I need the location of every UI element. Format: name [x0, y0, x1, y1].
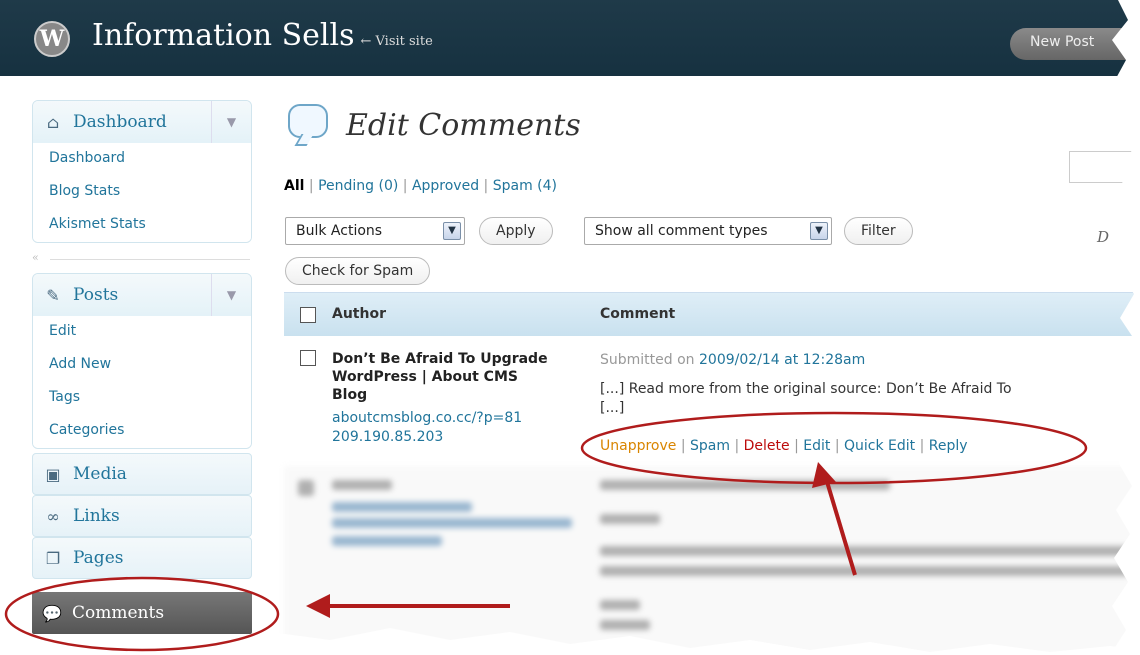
menu-group-posts: ✎ Posts ▼ Edit Add New Tags Categories — [32, 273, 252, 449]
comments-page-icon — [288, 104, 328, 138]
speech-bubble-icon: 💬 — [42, 603, 62, 623]
menu-comments-label: Comments — [72, 603, 165, 623]
row-checkbox[interactable] — [300, 350, 316, 366]
comment-excerpt: [...] Read more from the original source… — [600, 380, 1012, 418]
delete-link[interactable]: Delete — [744, 438, 790, 454]
menu-posts-label: Posts — [73, 285, 119, 305]
menu-group-dashboard: ⌂ Dashboard ▼ Dashboard Blog Stats Akism… — [32, 100, 252, 243]
author-url-link[interactable]: aboutcmsblog.co.cc/?p=81 — [332, 409, 522, 428]
blurred-text — [332, 536, 442, 546]
page-title: Edit Comments — [346, 108, 581, 143]
blurred-text — [332, 480, 392, 490]
filter-approved[interactable]: Approved — [412, 178, 479, 194]
check-for-spam-button[interactable]: Check for Spam — [285, 257, 431, 285]
comments-table-header: Author Comment — [284, 292, 1140, 336]
comment-excerpt-line: [...] — [600, 400, 625, 416]
admin-sidebar: ⌂ Dashboard ▼ Dashboard Blog Stats Akism… — [32, 100, 252, 579]
link-icon: ∞ — [46, 506, 60, 526]
column-header-comment[interactable]: Comment — [600, 306, 675, 322]
submitted-date-link[interactable]: 2009/02/14 at 12:28am — [699, 352, 865, 368]
site-title-text[interactable]: Information Sells — [92, 18, 354, 53]
menu-links-label: Links — [73, 506, 120, 526]
submenu-posts: Edit Add New Tags Categories — [33, 316, 251, 448]
blurred-text — [600, 566, 1130, 576]
house-icon: ⌂ — [46, 112, 60, 132]
filter-all[interactable]: All — [284, 178, 304, 194]
comment-types-select[interactable]: Show all comment types ▼ — [584, 217, 832, 245]
menu-dashboard[interactable]: ⌂ Dashboard ▼ — [33, 101, 251, 143]
separator: | — [483, 178, 493, 194]
submitted-prefix: Submitted on — [600, 352, 695, 368]
comment-excerpt-line: [...] Read more from the original source… — [600, 381, 1012, 397]
dropdown-arrow-icon[interactable]: ▼ — [443, 222, 461, 240]
wordpress-logo-icon[interactable]: W — [34, 21, 70, 57]
menu-pages-label: Pages — [73, 548, 124, 568]
bulk-actions-value: Bulk Actions — [296, 223, 383, 239]
chevron-down-icon[interactable]: ▼ — [211, 101, 251, 143]
blurred-comment-row — [284, 466, 1140, 655]
submenu-item-blog-stats[interactable]: Blog Stats — [33, 176, 251, 209]
blurred-text — [600, 480, 890, 490]
submenu-item-tags[interactable]: Tags — [33, 382, 251, 415]
filter-pending[interactable]: Pending (0) — [318, 178, 398, 194]
pushpin-icon: ✎ — [46, 285, 60, 305]
blurred-text — [600, 620, 650, 630]
menu-collapse-bar[interactable]: « — [32, 247, 252, 273]
collapse-arrow-icon[interactable]: « — [32, 251, 39, 264]
menu-links[interactable]: ∞ Links — [32, 495, 252, 537]
apply-button[interactable]: Apply — [479, 217, 553, 245]
filter-button[interactable]: Filter — [844, 217, 913, 245]
row-actions: Unapprove | Spam | Delete | Edit | Quick… — [600, 438, 968, 454]
bulk-actions-select[interactable]: Bulk Actions ▼ — [285, 217, 465, 245]
blurred-text — [600, 514, 660, 524]
menu-pages[interactable]: ❐ Pages — [32, 537, 252, 579]
blurred-text — [332, 502, 472, 512]
submenu-item-add-new[interactable]: Add New — [33, 349, 251, 382]
menu-comments[interactable]: 💬 Comments — [32, 592, 252, 634]
blurred-text — [332, 518, 572, 528]
media-icon: ▣ — [45, 464, 61, 484]
blurred-text — [600, 546, 1130, 556]
dropdown-arrow-icon[interactable]: ▼ — [810, 222, 828, 240]
comment-status-filters: All | Pending (0) | Approved | Spam (4) — [284, 178, 557, 194]
menu-media-label: Media — [73, 464, 127, 484]
menu-media[interactable]: ▣ Media — [32, 453, 252, 495]
submenu-dashboard: Dashboard Blog Stats Akismet Stats — [33, 143, 251, 242]
separator: | — [402, 178, 412, 194]
admin-header: W Information Sells ← Visit site New Post — [0, 0, 1140, 76]
new-post-button[interactable]: New Post — [1010, 28, 1140, 60]
separator: | — [308, 178, 319, 194]
submenu-item-dashboard[interactable]: Dashboard — [33, 143, 251, 176]
spam-link[interactable]: Spam — [690, 438, 730, 454]
chevron-down-icon[interactable]: ▼ — [211, 274, 251, 316]
submenu-item-akismet-stats[interactable]: Akismet Stats — [33, 209, 251, 242]
partial-display-text: D — [1097, 228, 1110, 246]
edit-link[interactable]: Edit — [803, 438, 830, 454]
author-info: aboutcmsblog.co.cc/?p=81 209.190.85.203 — [332, 409, 522, 447]
search-input[interactable] — [1069, 151, 1140, 183]
comment-types-value: Show all comment types — [595, 223, 768, 239]
menu-dashboard-label: Dashboard — [73, 112, 167, 132]
menu-posts[interactable]: ✎ Posts ▼ — [33, 274, 251, 316]
separator — [50, 259, 250, 260]
blurred-checkbox — [298, 480, 314, 496]
column-header-author[interactable]: Author — [332, 306, 386, 322]
visit-site-link[interactable]: ← Visit site — [360, 34, 432, 49]
author-name[interactable]: Don’t Be Afraid To Upgrade WordPress | A… — [332, 350, 552, 404]
reply-link[interactable]: Reply — [929, 438, 968, 454]
select-all-checkbox[interactable] — [300, 307, 316, 323]
unapprove-link[interactable]: Unapprove — [600, 438, 676, 454]
filter-spam[interactable]: Spam (4) — [493, 178, 557, 194]
site-title[interactable]: Information Sells ← Visit site — [92, 18, 433, 53]
pages-icon: ❐ — [45, 548, 61, 568]
submenu-item-categories[interactable]: Categories — [33, 415, 251, 448]
blurred-text — [600, 600, 640, 610]
table-row: Don’t Be Afraid To Upgrade WordPress | A… — [284, 336, 1140, 464]
submenu-item-edit[interactable]: Edit — [33, 316, 251, 349]
quick-edit-link[interactable]: Quick Edit — [844, 438, 915, 454]
author-ip-link[interactable]: 209.190.85.203 — [332, 428, 522, 447]
submitted-info: Submitted on 2009/02/14 at 12:28am — [600, 352, 865, 368]
